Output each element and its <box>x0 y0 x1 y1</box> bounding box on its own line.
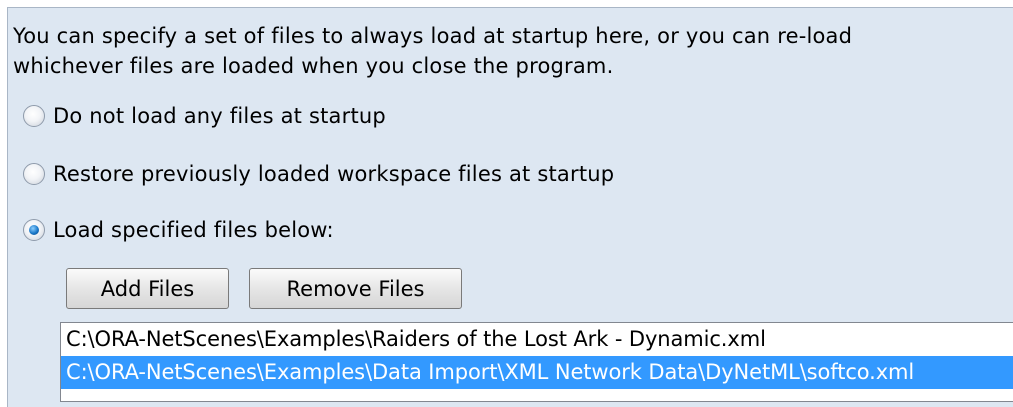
radio-checked-icon[interactable] <box>23 219 45 241</box>
add-files-button[interactable]: Add Files <box>66 268 229 309</box>
description-text: You can specify a set of files to always… <box>13 21 852 81</box>
file-list[interactable]: C:\ORA-NetScenes\Examples\Raiders of the… <box>60 322 1013 402</box>
radio-unchecked-icon[interactable] <box>23 105 45 127</box>
file-list-item-selected[interactable]: C:\ORA-NetScenes\Examples\Data Import\XM… <box>61 356 1013 389</box>
option-load-specified-label: Load specified files below: <box>53 218 334 242</box>
option-no-load[interactable]: Do not load any files at startup <box>23 101 386 131</box>
option-load-specified[interactable]: Load specified files below: <box>23 215 334 245</box>
startup-files-panel: You can specify a set of files to always… <box>7 7 1013 407</box>
option-no-load-label: Do not load any files at startup <box>53 104 386 128</box>
option-restore-workspace-label: Restore previously loaded workspace file… <box>53 162 615 186</box>
radio-unchecked-icon[interactable] <box>23 163 45 185</box>
remove-files-button[interactable]: Remove Files <box>249 268 462 309</box>
description-line-2: whichever files are loaded when you clos… <box>13 54 614 78</box>
file-list-item[interactable]: C:\ORA-NetScenes\Examples\Raiders of the… <box>61 323 1013 356</box>
option-restore-workspace[interactable]: Restore previously loaded workspace file… <box>23 159 614 189</box>
description-line-1: You can specify a set of files to always… <box>13 24 853 48</box>
